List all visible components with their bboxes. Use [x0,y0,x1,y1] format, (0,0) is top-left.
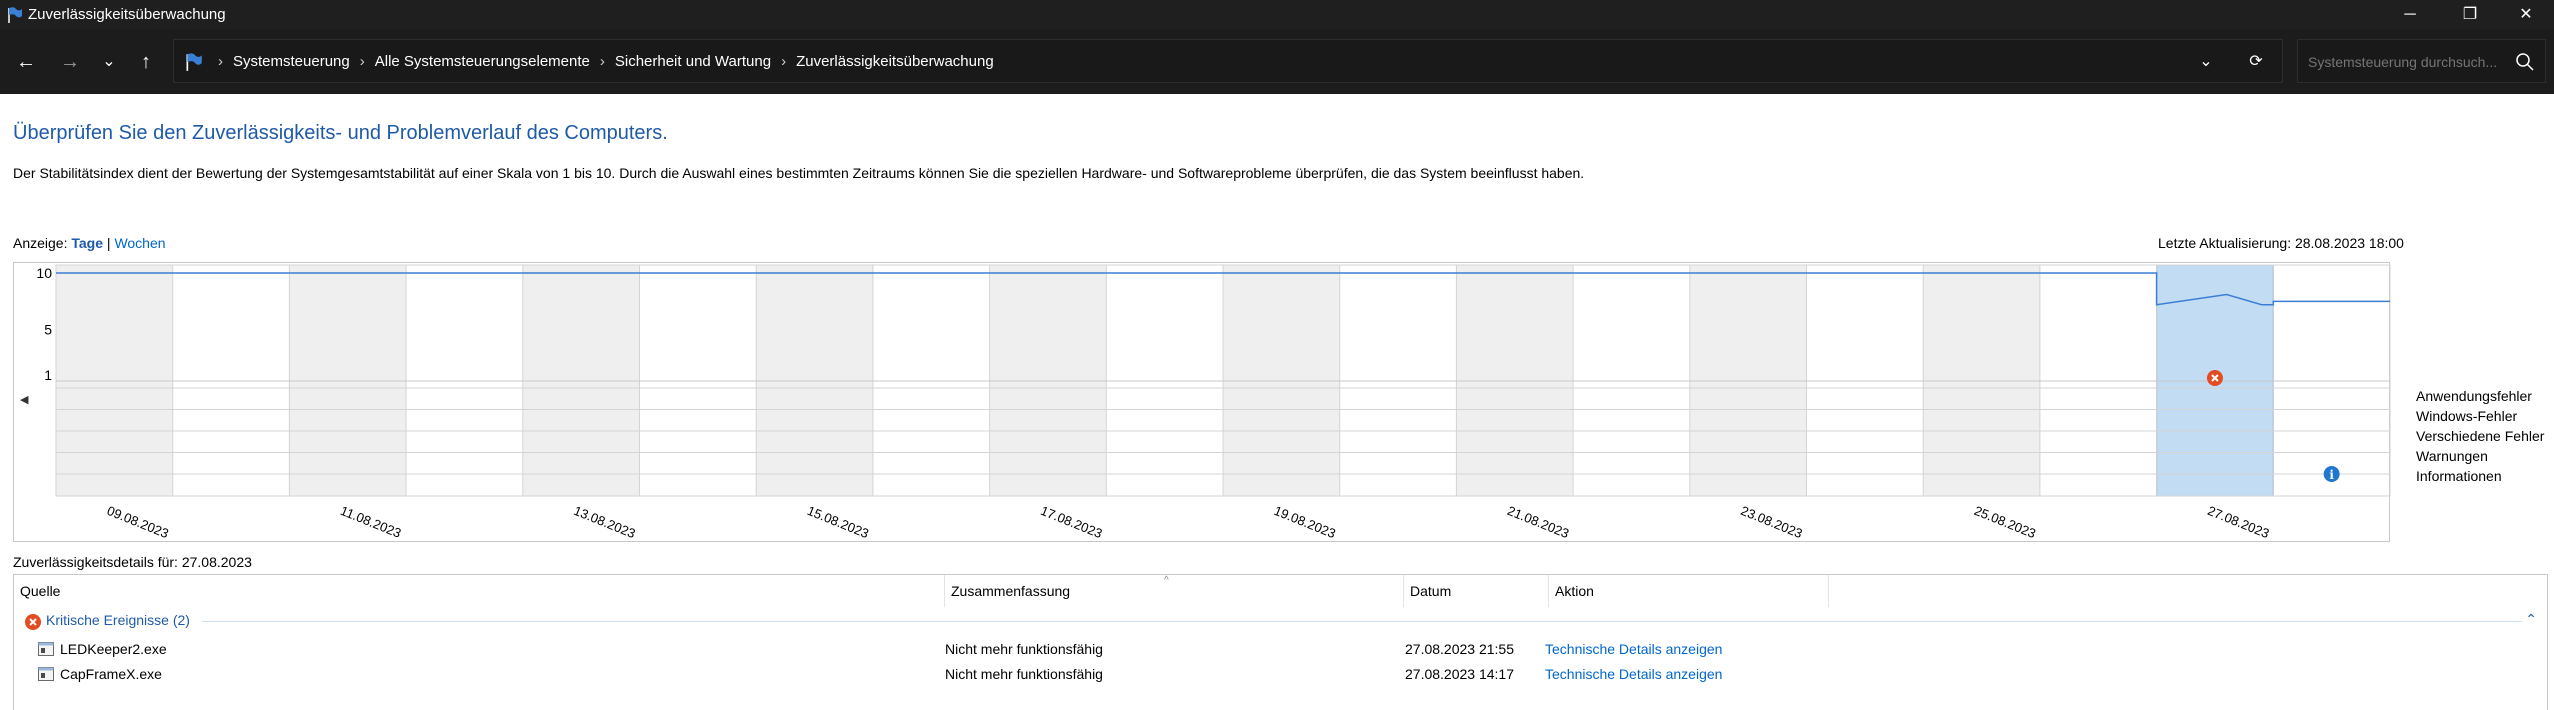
group-divider [202,621,2522,622]
breadcrumb-separator[interactable]: › [600,53,605,70]
flag-icon [8,7,22,23]
address-bar[interactable]: › Systemsteuerung › Alle Systemsteuerungsel… [173,39,2283,83]
details-title: Zuverlässigkeitsdetails für: 27.08.2023 [13,554,252,570]
column-header-summary[interactable]: Zusammenfassung [945,575,1404,607]
breadcrumb-item[interactable]: Zuverlässigkeitsüberwachung [796,53,994,70]
search-box[interactable] [2297,39,2546,83]
breadcrumb-separator: › [218,53,223,70]
column-header-date[interactable]: Datum [1404,575,1549,607]
breadcrumb-item[interactable]: Systemsteuerung [233,53,350,70]
flag-icon [186,53,202,71]
details-table: Quelle Zusammenfassung Datum Aktion ^ Kr… [13,574,2548,710]
up-button[interactable]: ↑ [132,48,160,76]
critical-events-group[interactable]: Kritische Ereignisse (2) ⌃ [14,609,2547,633]
reliability-chart[interactable]: 1051◀▶i09.08.202311.08.202313.08.202315.… [13,262,2391,543]
window-title: Zuverlässigkeitsüberwachung [28,6,226,23]
y-tick-label: 1 [44,367,52,383]
date-tick-label: 27.08.2023 [2205,503,2271,541]
table-row[interactable]: LEDKeeper2.exe Nicht mehr funktionsfähig… [14,637,2547,661]
row-date: 27.08.2023 21:55 [1405,641,1514,657]
refresh-button[interactable]: ⟳ [2244,50,2268,74]
critical-events-label[interactable]: Kritische Ereignisse (2) [46,612,190,628]
view-label: Anzeige: [13,235,68,251]
address-dropdown-button[interactable]: ⌄ [2194,50,2218,74]
date-tick-label: 13.08.2023 [572,503,638,541]
legend-warnings: Warnungen [2416,448,2488,464]
column-header-action[interactable]: Aktion [1549,575,1829,607]
breadcrumb-separator[interactable]: › [781,53,786,70]
date-tick-label: 17.08.2023 [1038,503,1104,541]
chart-canvas[interactable]: 1051◀▶i09.08.202311.08.202313.08.202315.… [14,263,2391,543]
breadcrumb-item[interactable]: Alle Systemsteuerungselemente [375,53,590,70]
restore-button[interactable]: ❐ [2440,0,2500,30]
table-row[interactable]: CapFrameX.exe Nicht mehr funktionsfähig … [14,662,2547,686]
minimize-button[interactable]: ─ [2380,0,2440,30]
search-icon [2516,53,2534,71]
technical-details-link[interactable]: Technische Details anzeigen [1545,641,1722,657]
info-marker-glyph: i [2329,468,2334,482]
view-weeks-link[interactable]: Wochen [114,235,165,251]
sort-indicator-icon: ^ [1164,575,1169,586]
view-days-link[interactable]: Tage [71,235,103,251]
page-title: Überprüfen Sie den Zuverlässigkeits- und… [13,122,668,144]
column-header-source[interactable]: Quelle [14,575,945,607]
collapse-chevron-icon[interactable]: ⌃ [2525,611,2537,628]
recent-locations-button[interactable]: ⌄ [95,48,123,76]
back-button[interactable]: ← [12,48,40,76]
date-tick-label: 21.08.2023 [1505,503,1571,541]
row-source: LEDKeeper2.exe [60,641,167,657]
page-description: Der Stabilitätsindex dient der Bewertung… [13,165,1585,181]
breadcrumb: › Systemsteuerung › Alle Systemsteuerungsel… [208,53,994,70]
y-tick-label: 10 [36,265,52,281]
row-summary: Nicht mehr funktionsfähig [945,641,1103,657]
row-source: CapFrameX.exe [60,666,162,682]
date-tick-label: 19.08.2023 [1272,503,1338,541]
application-icon [38,667,54,681]
forward-button[interactable]: → [56,48,84,76]
date-tick-label: 15.08.2023 [805,503,871,541]
row-date: 27.08.2023 14:17 [1405,666,1514,682]
date-tick-label: 25.08.2023 [1972,503,2038,541]
legend-misc-errors: Verschiedene Fehler [2416,428,2545,444]
row-summary: Nicht mehr funktionsfähig [945,666,1103,682]
view-selector: Anzeige: Tage | Wochen [13,235,166,251]
legend-windows-errors: Windows-Fehler [2416,408,2518,424]
technical-details-link[interactable]: Technische Details anzeigen [1545,666,1722,682]
scroll-left-arrow-icon[interactable]: ◀ [20,394,29,406]
navigation-bar: ← → ⌄ ↑ › Systemsteuerung › Alle Systemsteu… [0,30,2554,94]
last-update-label: Letzte Aktualisierung: 28.08.2023 18:00 [2158,235,2404,251]
application-icon [38,642,54,656]
y-tick-label: 5 [44,322,52,338]
legend-application-errors: Anwendungsfehler [2416,388,2532,404]
date-tick-label: 09.08.2023 [105,503,171,541]
date-tick-label: 11.08.2023 [338,503,403,541]
date-tick-label: 23.08.2023 [1739,503,1805,541]
critical-error-icon [25,614,41,630]
view-separator: | [106,235,111,251]
legend-information: Informationen [2416,468,2502,484]
search-input[interactable] [2308,50,2508,74]
breadcrumb-separator[interactable]: › [360,53,365,70]
title-bar: Zuverlässigkeitsüberwachung ─ ❐ ✕ [0,0,2554,30]
breadcrumb-item[interactable]: Sicherheit und Wartung [615,53,771,70]
close-button[interactable]: ✕ [2496,0,2554,30]
